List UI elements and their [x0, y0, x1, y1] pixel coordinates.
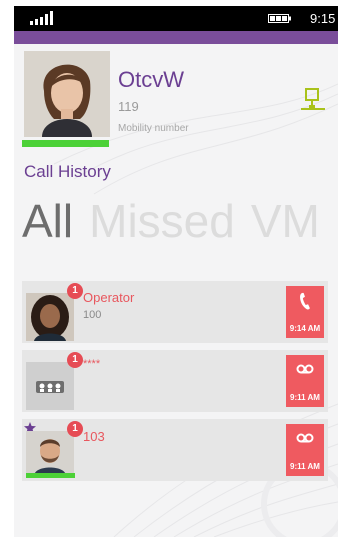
- profile-name: OtcvW: [118, 67, 184, 92]
- filter-tabs: All Missed VM: [22, 196, 336, 246]
- caller-name: ****: [83, 358, 101, 370]
- call-time: 9:14 AM: [289, 324, 321, 333]
- voicemail-button[interactable]: 9:11 AM: [286, 424, 324, 476]
- network-icon[interactable]: [300, 87, 326, 113]
- presence-status-bar: [26, 473, 75, 478]
- voicemail-button[interactable]: 9:11 AM: [286, 355, 324, 407]
- missed-count-badge: 1: [67, 421, 83, 437]
- voicemail-icon: [296, 433, 314, 443]
- call-back-button[interactable]: 9:14 AM: [286, 286, 324, 338]
- profile-number-label: Mobility number: [118, 123, 189, 134]
- tab-missed[interactable]: Missed: [89, 195, 235, 247]
- call-time: 9:11 AM: [290, 462, 320, 471]
- caller-name: 103: [83, 429, 105, 444]
- accent-bar: [14, 31, 338, 44]
- missed-count-badge: 1: [67, 352, 83, 368]
- signal-bars-icon: [30, 11, 53, 25]
- profile-photo-image: [24, 51, 110, 137]
- caller-name: Operator: [83, 290, 135, 305]
- man-avatar: [26, 431, 74, 475]
- profile-photo[interactable]: [24, 51, 110, 137]
- phone-icon: [300, 292, 310, 310]
- caller-number: 100: [83, 309, 102, 321]
- woman-avatar: [26, 293, 74, 341]
- voicemail-icon: [296, 364, 314, 374]
- presence-status-bar: [22, 140, 109, 147]
- status-bar: 9:15: [14, 6, 338, 31]
- profile-number: 119: [118, 99, 139, 114]
- call-time: 9:11 AM: [290, 393, 320, 402]
- call-row-operator[interactable]: 1 Operator 100 9:14 AM: [22, 281, 328, 343]
- tab-vm[interactable]: VM: [251, 195, 320, 247]
- clock-time: 9:15: [310, 11, 336, 26]
- call-row-group[interactable]: 1 **** 9:11 AM: [22, 350, 328, 412]
- battery-icon: [268, 14, 291, 23]
- group-avatar: [26, 362, 74, 410]
- call-row-103[interactable]: 1 103 9:11 AM: [22, 419, 328, 481]
- tab-all[interactable]: All: [22, 195, 73, 247]
- missed-count-badge: 1: [67, 283, 83, 299]
- section-title: Call History: [24, 162, 111, 181]
